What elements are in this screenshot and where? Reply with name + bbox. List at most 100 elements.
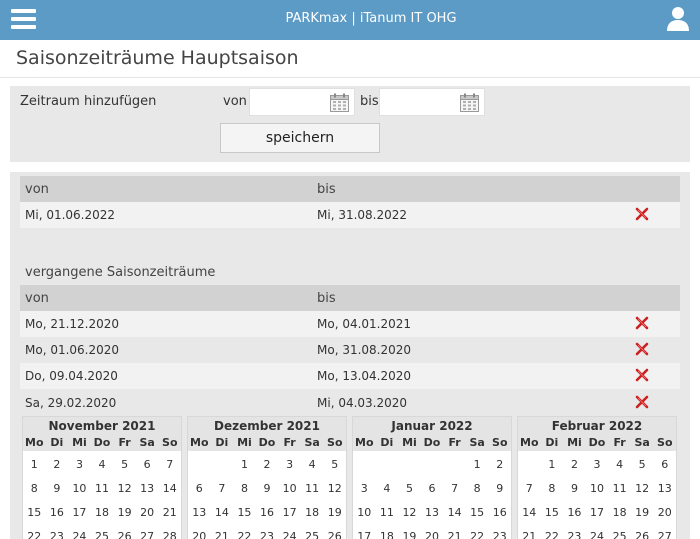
- bis-date-input[interactable]: [380, 89, 460, 115]
- calendar-day[interactable]: 18: [376, 525, 399, 539]
- calendar-day[interactable]: 7: [211, 477, 234, 501]
- calendar-day[interactable]: 27: [653, 525, 676, 539]
- calendar-day[interactable]: 13: [188, 501, 211, 525]
- calendar-day[interactable]: 17: [68, 501, 91, 525]
- calendar-day[interactable]: 22: [541, 525, 564, 539]
- calendar-day[interactable]: 1: [23, 453, 46, 477]
- calendar-day[interactable]: 9: [46, 477, 69, 501]
- calendar-day[interactable]: 6: [421, 477, 444, 501]
- calendar-day[interactable]: 17: [586, 501, 609, 525]
- calendar-day[interactable]: 24: [278, 525, 301, 539]
- calendar-day[interactable]: 19: [631, 501, 654, 525]
- calendar-day[interactable]: 3: [278, 453, 301, 477]
- calendar-day[interactable]: 8: [23, 477, 46, 501]
- calendar-day[interactable]: 14: [211, 501, 234, 525]
- calendar-day[interactable]: 25: [91, 525, 114, 539]
- calendar-day[interactable]: 2: [563, 453, 586, 477]
- calendar-day[interactable]: 1: [233, 453, 256, 477]
- calendar-day[interactable]: 9: [488, 477, 511, 501]
- calendar-day[interactable]: 21: [443, 525, 466, 539]
- calendar-day[interactable]: 10: [278, 477, 301, 501]
- calendar-day[interactable]: 18: [301, 501, 324, 525]
- calendar-day[interactable]: 21: [211, 525, 234, 539]
- calendar-day[interactable]: 11: [91, 477, 114, 501]
- calendar-day[interactable]: 12: [323, 477, 346, 501]
- calendar-day[interactable]: 11: [376, 501, 399, 525]
- calendar-day[interactable]: 10: [68, 477, 91, 501]
- user-icon[interactable]: [666, 6, 690, 32]
- calendar-day[interactable]: 11: [608, 477, 631, 501]
- calendar-day[interactable]: 22: [466, 525, 489, 539]
- calendar-day[interactable]: 4: [301, 453, 324, 477]
- calendar-day[interactable]: 15: [466, 501, 489, 525]
- save-button[interactable]: speichern: [220, 123, 380, 153]
- calendar-day[interactable]: 1: [466, 453, 489, 477]
- calendar-day[interactable]: 23: [256, 525, 279, 539]
- calendar-day[interactable]: 5: [631, 453, 654, 477]
- calendar-day[interactable]: 18: [91, 501, 114, 525]
- calendar-day[interactable]: 19: [113, 501, 136, 525]
- calendar-day[interactable]: 2: [256, 453, 279, 477]
- calendar-day[interactable]: 20: [653, 501, 676, 525]
- calendar-day[interactable]: 17: [278, 501, 301, 525]
- calendar-day[interactable]: 25: [301, 525, 324, 539]
- calendar-day[interactable]: 14: [518, 501, 541, 525]
- calendar-day[interactable]: 23: [563, 525, 586, 539]
- calendar-day[interactable]: 13: [653, 477, 676, 501]
- calendar-day[interactable]: 21: [518, 525, 541, 539]
- calendar-day[interactable]: 18: [608, 501, 631, 525]
- calendar-day[interactable]: 19: [323, 501, 346, 525]
- calendar-day[interactable]: 15: [541, 501, 564, 525]
- calendar-day[interactable]: 6: [653, 453, 676, 477]
- calendar-day[interactable]: 11: [301, 477, 324, 501]
- calendar-day[interactable]: 8: [466, 477, 489, 501]
- calendar-day[interactable]: 20: [421, 525, 444, 539]
- calendar-day[interactable]: 14: [443, 501, 466, 525]
- bis-date-field[interactable]: [379, 88, 485, 116]
- calendar-day[interactable]: 4: [608, 453, 631, 477]
- calendar-day[interactable]: 28: [158, 525, 181, 539]
- calendar-day[interactable]: 4: [376, 477, 399, 501]
- calendar-day[interactable]: 17: [353, 525, 376, 539]
- calendar-day[interactable]: 26: [323, 525, 346, 539]
- calendar-day[interactable]: 16: [563, 501, 586, 525]
- calendar-day[interactable]: 16: [488, 501, 511, 525]
- calendar-day[interactable]: 19: [398, 525, 421, 539]
- calendar-day[interactable]: 26: [113, 525, 136, 539]
- calendar-day[interactable]: 8: [541, 477, 564, 501]
- calendar-day[interactable]: 3: [68, 453, 91, 477]
- calendar-day[interactable]: 21: [158, 501, 181, 525]
- delete-x-icon[interactable]: [635, 368, 649, 382]
- calendar-day[interactable]: 6: [136, 453, 159, 477]
- calendar-day[interactable]: 3: [586, 453, 609, 477]
- von-date-input[interactable]: [250, 89, 330, 115]
- calendar-day[interactable]: 16: [46, 501, 69, 525]
- calendar-day[interactable]: 2: [46, 453, 69, 477]
- calendar-day[interactable]: 23: [488, 525, 511, 539]
- calendar-day[interactable]: 2: [488, 453, 511, 477]
- calendar-day[interactable]: 15: [23, 501, 46, 525]
- von-date-field[interactable]: [249, 88, 355, 116]
- calendar-day[interactable]: 12: [398, 501, 421, 525]
- calendar-day[interactable]: 7: [158, 453, 181, 477]
- calendar-day[interactable]: 12: [631, 477, 654, 501]
- calendar-day[interactable]: 9: [256, 477, 279, 501]
- calendar-day[interactable]: 6: [188, 477, 211, 501]
- calendar-day[interactable]: 3: [353, 477, 376, 501]
- calendar-day[interactable]: 1: [541, 453, 564, 477]
- calendar-day[interactable]: 10: [586, 477, 609, 501]
- delete-x-icon[interactable]: [635, 342, 649, 356]
- calendar-day[interactable]: 7: [443, 477, 466, 501]
- calendar-day[interactable]: 7: [518, 477, 541, 501]
- delete-x-icon[interactable]: [635, 395, 649, 409]
- calendar-day[interactable]: 23: [46, 525, 69, 539]
- calendar-day[interactable]: 27: [136, 525, 159, 539]
- delete-x-icon[interactable]: [635, 316, 649, 330]
- calendar-day[interactable]: 5: [398, 477, 421, 501]
- calendar-day[interactable]: 20: [188, 525, 211, 539]
- calendar-day[interactable]: 9: [563, 477, 586, 501]
- calendar-day[interactable]: 24: [68, 525, 91, 539]
- calendar-day[interactable]: 4: [91, 453, 114, 477]
- delete-x-icon[interactable]: [635, 207, 649, 221]
- calendar-icon[interactable]: [460, 93, 479, 112]
